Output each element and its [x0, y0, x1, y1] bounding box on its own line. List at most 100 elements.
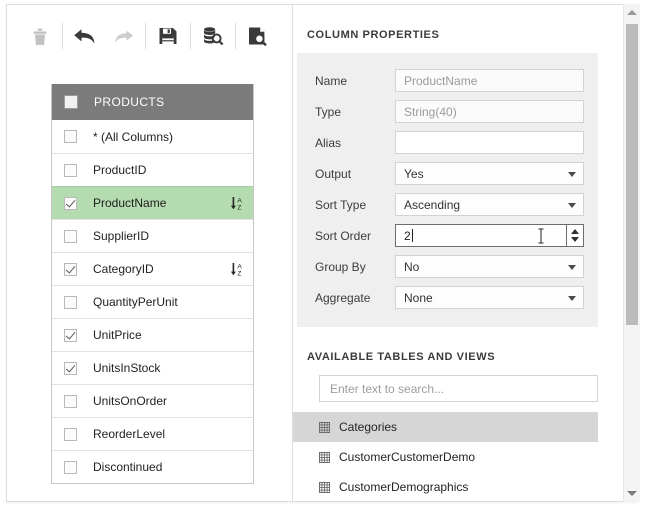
svg-text:A: A [237, 197, 242, 204]
columns-panel: PRODUCTS * (All Columns) ProductID Product… [51, 84, 254, 484]
column-row[interactable]: ReorderLevel [52, 417, 253, 450]
table-grid-icon [319, 481, 330, 493]
select-all-checkbox[interactable] [64, 95, 78, 109]
spinner-down-icon[interactable] [571, 237, 579, 242]
columns-list: * (All Columns) ProductID ProductName A Z Sup… [52, 120, 253, 483]
main-frame: PRODUCTS * (All Columns) ProductID Product… [6, 4, 638, 502]
preview-results-button[interactable] [239, 17, 277, 55]
columns-panel-header[interactable]: PRODUCTS [52, 84, 253, 120]
column-row[interactable]: CategoryID A Z [52, 252, 253, 285]
property-value: None [404, 290, 433, 305]
column-checkbox[interactable] [64, 361, 77, 375]
spinner-buttons[interactable] [566, 224, 584, 247]
scrollbar-down-button[interactable] [624, 485, 640, 502]
property-row: Output Yes [297, 158, 598, 189]
table-grid-icon [319, 421, 330, 433]
text-cursor [411, 229, 413, 242]
property-label: Aggregate [315, 290, 371, 305]
chevron-down-icon[interactable] [568, 171, 576, 177]
column-checkbox[interactable] [64, 196, 77, 210]
column-name-label: * (All Columns) [93, 129, 174, 144]
chevron-down-icon[interactable] [568, 295, 576, 301]
column-name-label: UnitsInStock [93, 361, 161, 375]
column-row[interactable]: SupplierID [52, 219, 253, 252]
vertical-scrollbar[interactable] [623, 4, 640, 502]
delete-button[interactable] [21, 17, 59, 55]
column-checkbox[interactable] [64, 130, 77, 143]
save-button[interactable] [149, 17, 187, 55]
sort-ascending-icon: AZ [230, 263, 242, 277]
table-list-item[interactable]: CustomerDemographics [293, 472, 598, 501]
table-list-item[interactable]: CustomerCustomerDemo [293, 442, 598, 472]
right-pane: COLUMN PROPERTIES Name ProductName Type Str… [293, 5, 632, 501]
column-row[interactable]: UnitPrice [52, 318, 253, 351]
column-row[interactable]: UnitsInStock [52, 351, 253, 384]
column-row[interactable]: Discontinued [52, 450, 253, 483]
toolbar-separator-2 [145, 23, 146, 49]
column-row[interactable]: UnitsOnOrder [52, 384, 253, 417]
property-value: ProductName [404, 73, 478, 88]
property-field-type: String(40) [395, 100, 584, 123]
toolbar-separator-1 [62, 23, 63, 49]
property-label: Group By [315, 259, 366, 274]
preview-data-button[interactable] [194, 17, 232, 55]
property-label: Output [315, 166, 352, 181]
scrollbar-thumb[interactable] [626, 24, 638, 325]
ibeam-mouse-cursor-icon [538, 228, 544, 244]
chevron-down-icon[interactable] [568, 202, 576, 208]
chevron-down-icon[interactable] [568, 264, 576, 270]
column-checkbox[interactable] [64, 460, 77, 474]
property-field-group-by[interactable]: No [395, 255, 584, 278]
property-field-alias[interactable] [395, 131, 584, 154]
property-field-sort-type[interactable]: Ascending [395, 193, 584, 216]
column-checkbox[interactable] [64, 163, 77, 177]
column-checkbox[interactable] [64, 427, 77, 441]
property-field-aggregate[interactable]: None [395, 286, 584, 309]
undo-button[interactable] [66, 17, 104, 55]
svg-text:A: A [237, 263, 242, 270]
table-list-item[interactable]: Categories [293, 412, 598, 442]
property-field-sort-order[interactable]: 2 [395, 224, 584, 247]
toolbar-separator-3 [190, 23, 191, 49]
column-name-label: Discontinued [93, 460, 163, 474]
property-value: 2 [404, 228, 411, 243]
column-row[interactable]: ProductID [52, 153, 253, 186]
spinner-up-icon[interactable] [571, 229, 579, 234]
property-row: Aggregate None [297, 282, 598, 313]
scroll-up-arrow-icon [627, 10, 637, 15]
column-checkbox[interactable] [64, 262, 77, 276]
property-label: Sort Order [315, 228, 372, 243]
column-row[interactable]: ProductName A Z [52, 186, 253, 219]
column-checkbox[interactable] [64, 295, 77, 309]
redo-button[interactable] [104, 17, 142, 55]
property-value: String(40) [404, 104, 457, 119]
database-search-icon [204, 27, 224, 46]
property-row: Name ProductName [297, 65, 598, 96]
column-name-label: QuantityPerUnit [93, 295, 178, 309]
query-builder-window: PRODUCTS * (All Columns) ProductID Product… [0, 0, 646, 510]
floppy-disk-icon [159, 28, 177, 44]
property-label: Sort Type [315, 197, 367, 212]
column-checkbox[interactable] [64, 394, 77, 408]
property-field-output[interactable]: Yes [395, 162, 584, 185]
column-row[interactable]: QuantityPerUnit [52, 285, 253, 318]
column-row[interactable]: * (All Columns) [52, 120, 253, 153]
tables-search-input[interactable] [319, 375, 598, 402]
property-label: Name [315, 73, 348, 88]
column-checkbox[interactable] [64, 229, 77, 243]
column-name-label: UnitPrice [93, 328, 142, 342]
svg-text:Z: Z [237, 204, 241, 211]
column-name-label: ProductName [93, 196, 167, 210]
scroll-down-arrow-icon [627, 491, 637, 496]
property-value: Ascending [404, 197, 461, 212]
redo-arrow-icon [115, 30, 133, 43]
column-name-label: SupplierID [93, 229, 150, 243]
column-name-label: ReorderLevel [93, 427, 166, 441]
property-row: Type String(40) [297, 96, 598, 127]
tables-search-wrap [293, 375, 632, 412]
table-item-label: CustomerDemographics [339, 480, 469, 494]
table-grid-icon [319, 451, 330, 463]
scrollbar-up-button[interactable] [624, 4, 640, 21]
toolbar-separator-4 [235, 23, 236, 49]
column-checkbox[interactable] [64, 328, 77, 342]
